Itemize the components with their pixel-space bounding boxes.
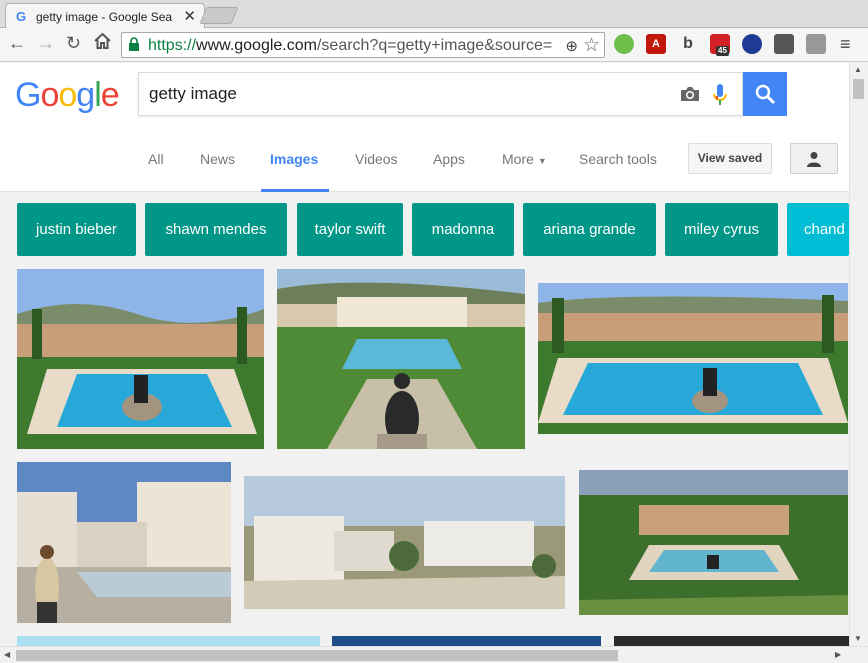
- image-result-8[interactable]: [332, 636, 601, 646]
- browser-toolbar: ← → ↻ https://www.google.com/search?q=ge…: [0, 28, 868, 62]
- puzzle-extension-icon[interactable]: [806, 34, 826, 54]
- address-bar[interactable]: https://www.google.com/search?q=getty+im…: [121, 32, 605, 58]
- image-result-9[interactable]: [614, 636, 849, 646]
- scroll-left-icon[interactable]: ◀: [4, 650, 10, 659]
- search-icon: [755, 84, 776, 105]
- calendar-extension-icon[interactable]: 45: [710, 34, 730, 56]
- flag-extension-icon[interactable]: [742, 34, 762, 54]
- back-icon[interactable]: ←: [8, 33, 26, 54]
- chip-madonna[interactable]: madonna: [412, 203, 514, 256]
- search-query: getty image: [149, 84, 237, 103]
- tab-all[interactable]: All: [148, 151, 164, 167]
- forward-icon[interactable]: →: [37, 33, 55, 54]
- home-icon[interactable]: [94, 32, 111, 54]
- bing-extension-icon[interactable]: b: [678, 34, 698, 54]
- search-input[interactable]: getty image: [138, 72, 743, 116]
- search-header: Google getty image: [0, 63, 849, 128]
- chip-ariana-grande[interactable]: ariana grande: [523, 203, 656, 256]
- chip-miley-cyrus[interactable]: miley cyrus: [665, 203, 778, 256]
- scroll-down-icon[interactable]: ▼: [854, 634, 862, 643]
- image-result-7[interactable]: [17, 636, 320, 646]
- search-button[interactable]: [743, 72, 787, 116]
- green-extension-icon[interactable]: [614, 34, 634, 54]
- tab-apps[interactable]: Apps: [433, 151, 465, 167]
- person-icon: [807, 152, 821, 167]
- vertical-scrollbar[interactable]: ▲ ▼: [849, 63, 868, 646]
- extension-badge: 45: [716, 46, 729, 56]
- image-result-1[interactable]: [17, 269, 264, 449]
- reload-icon[interactable]: ↻: [66, 33, 81, 54]
- chip-justin-bieber[interactable]: justin bieber: [17, 203, 136, 256]
- caret-down-icon: ▼: [537, 156, 547, 166]
- google-logo[interactable]: Google: [15, 76, 120, 115]
- tab-videos[interactable]: Videos: [355, 151, 398, 167]
- zoom-icon[interactable]: ⊕: [565, 37, 578, 55]
- tab-strip: G getty image - Google Sea ✕: [0, 0, 868, 29]
- image-result-6[interactable]: [579, 470, 848, 615]
- camera-icon[interactable]: [679, 83, 701, 105]
- vertical-scroll-thumb[interactable]: [853, 79, 864, 99]
- horizontal-scrollbar[interactable]: ◀ ▶: [0, 646, 868, 663]
- tab-more[interactable]: More ▼: [502, 151, 547, 167]
- star-icon[interactable]: ☆: [583, 34, 600, 57]
- search-results-page: Google getty image All News Images Video…: [0, 63, 849, 646]
- image-result-5[interactable]: [244, 476, 565, 609]
- square-extension-icon[interactable]: [774, 34, 794, 54]
- url-text: https://www.google.com/search?q=getty+im…: [148, 37, 553, 54]
- image-result-2[interactable]: [277, 269, 525, 449]
- mic-icon[interactable]: [712, 82, 728, 108]
- chip-taylor-swift[interactable]: taylor swift: [297, 203, 403, 256]
- horizontal-scroll-thumb[interactable]: [16, 650, 618, 661]
- pdf-extension-icon[interactable]: A: [646, 34, 666, 54]
- scroll-up-icon[interactable]: ▲: [854, 65, 862, 74]
- tab-images[interactable]: Images: [270, 151, 318, 167]
- tab-more-label: More: [502, 151, 534, 167]
- browser-tab[interactable]: G getty image - Google Sea ✕: [5, 3, 205, 29]
- tab-news[interactable]: News: [200, 151, 235, 167]
- chip-shawn-mendes[interactable]: shawn mendes: [145, 203, 287, 256]
- account-button[interactable]: [790, 143, 838, 174]
- view-saved-button[interactable]: View saved: [688, 143, 772, 174]
- tab-close-icon[interactable]: ✕: [183, 7, 196, 25]
- new-tab-button[interactable]: [199, 7, 239, 24]
- active-tab-indicator: [261, 189, 329, 192]
- chip-chand[interactable]: chand: [787, 203, 849, 256]
- google-favicon-icon: G: [16, 9, 27, 24]
- search-nav: All News Images Videos Apps More ▼ Search…: [0, 128, 849, 192]
- scroll-right-icon[interactable]: ▶: [835, 650, 841, 659]
- image-result-4[interactable]: [17, 462, 231, 623]
- tab-search-tools[interactable]: Search tools: [579, 151, 657, 167]
- tab-title: getty image - Google Sea: [36, 10, 173, 24]
- image-result-3[interactable]: [538, 283, 848, 434]
- lock-icon: [129, 37, 139, 51]
- menu-icon[interactable]: ≡: [840, 34, 851, 55]
